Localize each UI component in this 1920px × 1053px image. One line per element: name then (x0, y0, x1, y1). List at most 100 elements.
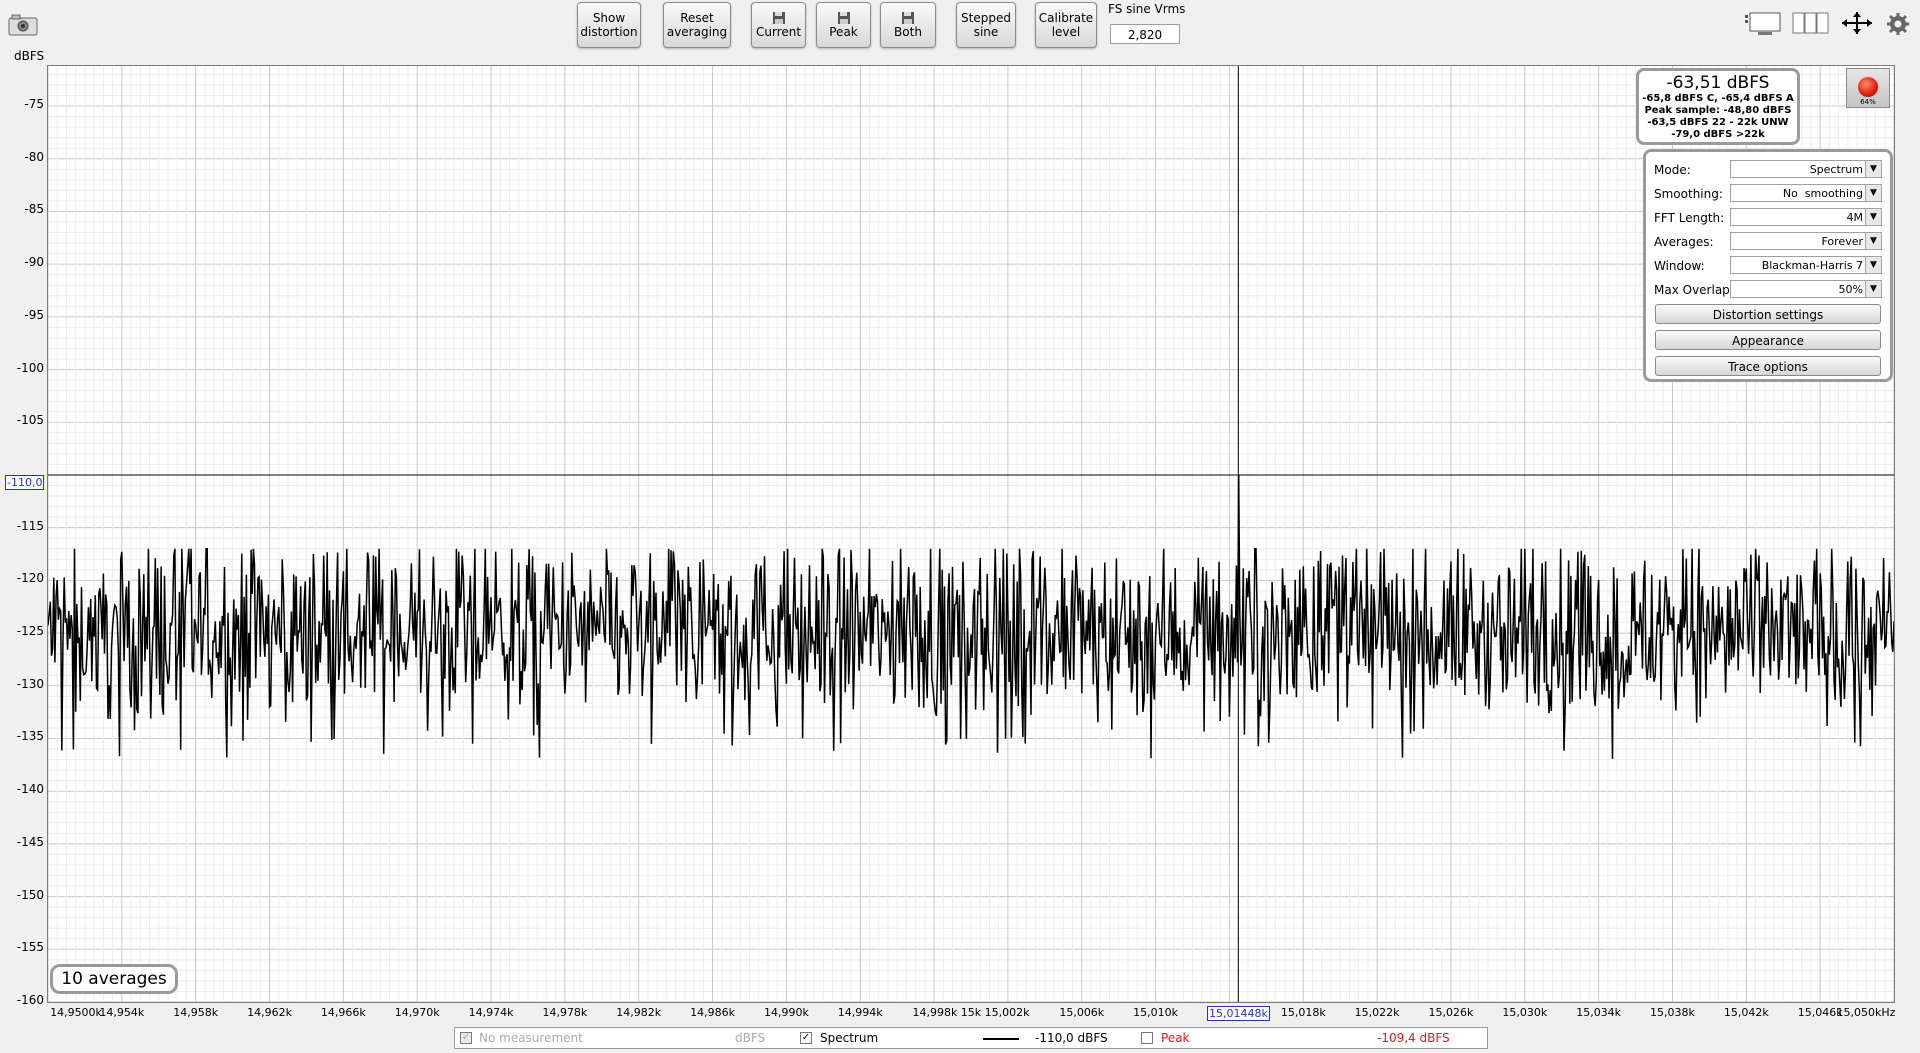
record-button[interactable]: 64% (1846, 68, 1890, 108)
show-distortion-label: Show distortion (580, 11, 638, 39)
averages-count-badge: 10 averages (50, 964, 178, 994)
x-tick-label: 14,974k (468, 1006, 514, 1019)
calibrate-level-button[interactable]: Calibrate level (1035, 2, 1097, 48)
y-tick-label: -115 (16, 518, 44, 533)
current-label: Current (755, 25, 802, 39)
spectrum-line-swatch (983, 1038, 1019, 1040)
no-measurement-unit: dBFS (735, 1031, 766, 1045)
single-graph-icon[interactable] (1744, 10, 1784, 40)
mode-value: Spectrum (1809, 163, 1863, 176)
averages-select[interactable]: Forever ▼ (1730, 232, 1882, 250)
spectrum-checkbox[interactable]: ✓ (800, 1032, 812, 1044)
max-overlap-select[interactable]: 50% ▼ (1730, 280, 1882, 298)
mode-row: Mode: Spectrum ▼ (1654, 160, 1886, 180)
averages-row: Averages: Forever ▼ (1654, 232, 1886, 252)
y-tick-label: -125 (16, 624, 44, 639)
smoothing-select[interactable]: No smoothing ▼ (1730, 184, 1882, 202)
smoothing-row: Smoothing: No smoothing ▼ (1654, 184, 1886, 204)
level-readout: -63,51 dBFS -65,8 dBFS C, -65,4 dBFS A P… (1636, 68, 1800, 145)
peak-legend-value: -109,4 dBFS (1377, 1031, 1450, 1045)
cursor-y-readout: -110,0 (5, 475, 45, 490)
x-tick-label: 15,022k (1354, 1006, 1400, 1019)
y-tick-label: -145 (16, 834, 44, 849)
y-tick-label: -80 (24, 149, 44, 164)
both-label: Both (894, 25, 922, 39)
readout-line4: -79,0 dBFS >22k (1671, 129, 1765, 140)
save-both-button[interactable]: Both (880, 2, 936, 48)
x-tick-label: 14,966k (320, 1006, 366, 1019)
fft-length-select[interactable]: 4M ▼ (1730, 208, 1882, 226)
x-tick-label: 15,050kHz (1836, 1006, 1896, 1019)
y-tick-label: -160 (16, 993, 44, 1007)
show-distortion-button[interactable]: Show distortion (577, 2, 641, 48)
y-tick-label: -140 (16, 782, 44, 797)
camera-icon[interactable] (8, 14, 38, 36)
spectrum-plot[interactable] (47, 65, 1895, 1003)
chevron-down-icon: ▼ (1865, 233, 1881, 249)
x-tick-label: 14,990k (763, 1006, 809, 1019)
save-current-button[interactable]: Current (751, 2, 806, 48)
stepped-sine-button[interactable]: Stepped sine (956, 2, 1016, 48)
readout-line1: -65,8 dBFS C, -65,4 dBFS A (1642, 93, 1794, 104)
x-tick-label: 15,042k (1723, 1006, 1769, 1019)
spectrum-legend-value: -110,0 dBFS (1035, 1031, 1108, 1045)
window-label: Window: (1654, 259, 1705, 273)
fft-length-label: FFT Length: (1654, 211, 1725, 225)
y-tick-label: -130 (16, 676, 44, 691)
y-tick-label: -100 (16, 360, 44, 375)
no-measurement-label: No measurement (479, 1031, 583, 1045)
appearance-button[interactable]: Appearance (1655, 330, 1881, 350)
x-tick-label: 15,010k (1133, 1006, 1179, 1019)
no-measurement-checkbox[interactable]: ✓ (460, 1032, 472, 1044)
y-tick-label: -120 (16, 571, 44, 586)
y-tick-label: -75 (24, 97, 44, 112)
trace-options-button[interactable]: Trace options (1655, 356, 1881, 376)
readout-line2: Peak sample: -48,80 dBFS (1644, 105, 1792, 116)
max-overlap-row: Max Overlap: 50% ▼ (1654, 280, 1886, 300)
fft-length-row: FFT Length: 4M ▼ (1654, 208, 1886, 228)
y-tick-label: -155 (16, 940, 44, 955)
calibrate-level-label: Calibrate level (1038, 11, 1094, 39)
chevron-down-icon: ▼ (1865, 281, 1881, 297)
peak-checkbox[interactable] (1141, 1032, 1153, 1044)
x-tick-label: 14,962k (247, 1006, 292, 1019)
window-select[interactable]: Blackman-Harris 7 ▼ (1730, 256, 1882, 274)
x-tick-label: 14,978k (542, 1006, 588, 1019)
y-tick-label: -105 (16, 413, 44, 428)
x-tick-label: 15,006k (1059, 1006, 1105, 1019)
save-icon (837, 12, 850, 24)
trace-legend: ✓ No measurement dBFS ✓ Spectrum -110,0 … (454, 1027, 1488, 1049)
fs-sine-input[interactable]: 2,820 (1110, 24, 1180, 44)
max-overlap-value: 50% (1838, 283, 1863, 296)
fit-axes-icon[interactable] (1840, 10, 1874, 40)
readout-main: -63,51 dBFS (1666, 73, 1770, 93)
window-row: Window: Blackman-Harris 7 ▼ (1654, 256, 1886, 276)
spectrum-graph[interactable] (48, 66, 1894, 1002)
x-tick-label: 14,970k (394, 1006, 440, 1019)
multi-graph-icon[interactable] (1792, 10, 1830, 40)
x-tick-label: 14,954k (99, 1006, 145, 1019)
gear-icon[interactable] (1886, 12, 1910, 40)
chevron-down-icon: ▼ (1865, 257, 1881, 273)
x-tick-label: 15,038k (1650, 1006, 1695, 1019)
peak-label: Peak (829, 25, 858, 39)
stepped-sine-label: Stepped sine (961, 11, 1011, 39)
save-icon (772, 12, 785, 24)
smoothing-value: No smoothing (1782, 187, 1863, 200)
mode-select[interactable]: Spectrum ▼ (1730, 160, 1882, 178)
readout-line3: -63,5 dBFS 22 - 22k UNW (1647, 117, 1789, 128)
fs-sine-label: FS sine Vrms (1108, 2, 1186, 16)
record-percent: 64% (1860, 98, 1876, 106)
y-tick-label: -135 (16, 729, 44, 744)
chevron-down-icon: ▼ (1865, 209, 1881, 225)
y-tick-label: -85 (24, 202, 44, 217)
save-peak-button[interactable]: Peak (816, 2, 871, 48)
reset-averaging-button[interactable]: Reset averaging (663, 2, 731, 48)
save-icon (902, 12, 914, 24)
window-value: Blackman-Harris 7 (1761, 259, 1863, 272)
y-tick-label: -90 (24, 255, 44, 270)
spectrum-legend-label: Spectrum (820, 1031, 879, 1045)
x-tick-label: 15,030k (1502, 1006, 1548, 1019)
distortion-settings-button[interactable]: Distortion settings (1655, 304, 1881, 324)
averages-value: Forever (1821, 235, 1863, 248)
